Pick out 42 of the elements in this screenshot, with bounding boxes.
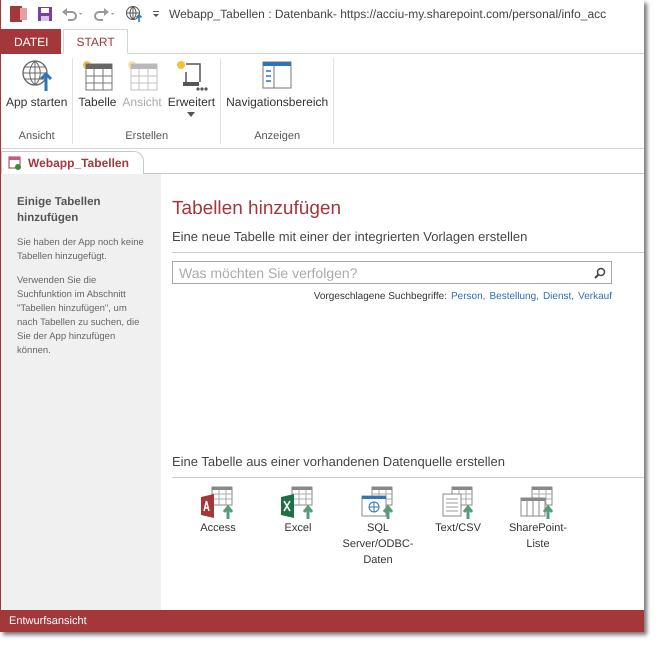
sidebar-text: Sie haben der App noch keine Tabellen hinzugefügt.: [17, 236, 145, 264]
caret-icon: [187, 112, 196, 117]
suggestions-label: Vorgeschlagene Suchbegriffe:: [314, 291, 447, 302]
suggestion-link[interactable]: Person,: [451, 291, 486, 302]
suggestion-link[interactable]: Dienst,: [542, 291, 574, 302]
source-button[interactable]: Excel: [258, 486, 338, 568]
group-label: Anzeigen: [254, 130, 300, 144]
ribbon-tab[interactable]: DATEI: [1, 29, 62, 54]
search-field[interactable]: Was möchten Sie verfolgen?: [172, 261, 612, 284]
source-button[interactable]: SharePoint-Liste: [498, 486, 578, 568]
app-logo-icon: [9, 5, 29, 23]
sidebar-title: Einige Tabellen hinzufügen: [17, 195, 102, 226]
save-icon[interactable]: [37, 6, 53, 22]
source-button[interactable]: Text/CSV: [418, 486, 498, 568]
section-title: Eine Tabelle aus einer vorhandenen Datenquelle erstellen: [172, 454, 506, 469]
document-tab[interactable]: Webapp_Tabellen: [1, 151, 144, 174]
advanced-icon: [174, 58, 208, 92]
redo-icon[interactable]: [93, 6, 117, 22]
table-icon: [125, 58, 160, 92]
suggestion-link[interactable]: Bestellung,: [489, 291, 539, 302]
table-icon: [80, 58, 114, 92]
ribbon-button[interactable]: App starten: [3, 58, 70, 130]
group-label: Ansicht: [18, 130, 55, 144]
ribbon-tab[interactable]: START: [63, 29, 128, 54]
group-label: Erstellen: [125, 130, 168, 144]
source-button[interactable]: Access: [178, 486, 258, 568]
ribbon-button[interactable]: Tabelle: [75, 58, 120, 130]
undo-icon[interactable]: [61, 6, 85, 22]
status-text: Entwurfsansicht: [9, 615, 87, 627]
sidebar-text: Verwenden Sie die Suchfunktion im Abschnitt "Tabellen hinzufügen", um nach Tabellen zu suchen, die Sie der App hinzufügen können.: [17, 274, 140, 358]
source-button[interactable]: SQL Server/ODBC-Daten: [338, 486, 418, 568]
ribbon-button[interactable]: Navigationsbereich: [223, 58, 332, 130]
suggestion-link[interactable]: Verkauf: [578, 291, 612, 302]
customize-caret-icon[interactable]: [151, 9, 161, 19]
globe-upload-icon: [20, 58, 53, 92]
table-icon: [8, 156, 22, 170]
search-icon[interactable]: [594, 267, 606, 279]
window-title: Webapp_Tabellen : Datenbank- https://acciu-my.sharepoint.com/personal/info_acc: [169, 7, 606, 21]
section-title: Eine neue Tabelle mit einer der integrierten Vorlagen erstellen: [172, 229, 528, 244]
page-heading: Tabellen hinzufügen: [172, 198, 342, 220]
globe-icon[interactable]: [125, 5, 143, 23]
ribbon-button[interactable]: Erweitert: [164, 58, 218, 130]
